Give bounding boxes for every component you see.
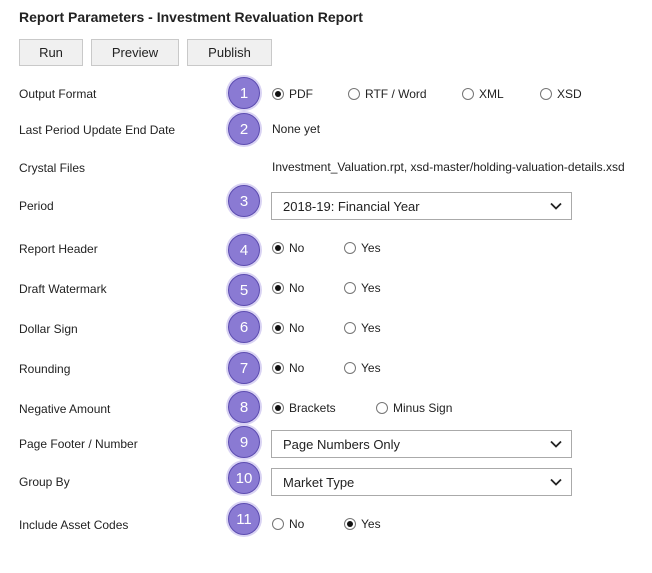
radio-selected-icon (272, 282, 284, 294)
rounding-no-radio[interactable]: No (272, 361, 304, 375)
radio-icon (462, 88, 474, 100)
radio-selected-icon (272, 402, 284, 414)
publish-button[interactable]: Publish (187, 39, 272, 66)
include-asset-codes-yes-radio[interactable]: Yes (344, 517, 381, 531)
radio-icon (344, 322, 356, 334)
output-format-label: Output Format (19, 87, 97, 101)
output-format-pdf-radio[interactable]: PDF (272, 87, 313, 101)
dollar-sign-yes-radio[interactable]: Yes (344, 321, 381, 335)
chevron-down-icon (550, 478, 562, 486)
step-badge-4: 4 (228, 234, 260, 266)
period-label: Period (19, 199, 54, 213)
step-badge-7: 7 (228, 352, 260, 384)
group-by-label: Group By (19, 475, 70, 489)
page-footer-select[interactable]: Page Numbers Only (271, 430, 572, 458)
step-badge-9: 9 (228, 426, 260, 458)
last-period-value: None yet (272, 122, 321, 136)
radio-selected-icon (344, 518, 356, 530)
step-badge-10: 10 (228, 462, 260, 494)
radio-icon (344, 282, 356, 294)
report-header-yes-radio[interactable]: Yes (344, 241, 381, 255)
radio-icon (376, 402, 388, 414)
negative-amount-brackets-radio[interactable]: Brackets (272, 401, 336, 415)
radio-icon (272, 518, 284, 530)
report-header-label: Report Header (19, 242, 98, 256)
radio-icon (348, 88, 360, 100)
step-badge-2: 2 (228, 113, 260, 145)
report-header-no-radio[interactable]: No (272, 241, 304, 255)
output-format-rtf-radio[interactable]: RTF / Word (348, 87, 427, 101)
step-badge-8: 8 (228, 391, 260, 423)
last-period-label: Last Period Update End Date (19, 123, 176, 137)
period-select-value: 2018-19: Financial Year (283, 198, 420, 214)
step-badge-5: 5 (228, 274, 260, 306)
radio-icon (540, 88, 552, 100)
draft-watermark-no-radio[interactable]: No (272, 281, 304, 295)
page-footer-select-value: Page Numbers Only (283, 436, 401, 452)
chevron-down-icon (550, 440, 562, 448)
step-badge-6: 6 (228, 311, 260, 343)
radio-selected-icon (272, 322, 284, 334)
dollar-sign-no-radio[interactable]: No (272, 321, 304, 335)
group-by-select[interactable]: Market Type (271, 468, 572, 496)
negative-amount-label: Negative Amount (19, 402, 111, 416)
output-format-xsd-radio[interactable]: XSD (540, 87, 582, 101)
draft-watermark-label: Draft Watermark (19, 282, 107, 296)
group-by-select-value: Market Type (283, 474, 355, 490)
step-badge-11: 11 (228, 503, 260, 535)
radio-selected-icon (272, 242, 284, 254)
crystal-files-label: Crystal Files (19, 161, 86, 175)
include-asset-codes-label: Include Asset Codes (19, 518, 129, 532)
dollar-sign-label: Dollar Sign (19, 322, 78, 336)
radio-selected-icon (272, 362, 284, 374)
period-select[interactable]: 2018-19: Financial Year (271, 192, 572, 220)
radio-icon (344, 362, 356, 374)
page-footer-label: Page Footer / Number (19, 437, 138, 451)
negative-amount-minus-radio[interactable]: Minus Sign (376, 401, 452, 415)
output-format-xml-radio[interactable]: XML (462, 87, 504, 101)
step-badge-3: 3 (228, 185, 260, 217)
chevron-down-icon (550, 202, 562, 210)
rounding-yes-radio[interactable]: Yes (344, 361, 381, 375)
radio-selected-icon (272, 88, 284, 100)
crystal-files-value: Investment_Valuation.rpt, xsd-master/hol… (272, 160, 625, 174)
radio-icon (344, 242, 356, 254)
preview-button[interactable]: Preview (91, 39, 179, 66)
page-title: Report Parameters - Investment Revaluati… (19, 9, 363, 25)
run-button[interactable]: Run (19, 39, 83, 66)
include-asset-codes-no-radio[interactable]: No (272, 517, 304, 531)
rounding-label: Rounding (19, 362, 71, 376)
step-badge-1: 1 (228, 77, 260, 109)
draft-watermark-yes-radio[interactable]: Yes (344, 281, 381, 295)
